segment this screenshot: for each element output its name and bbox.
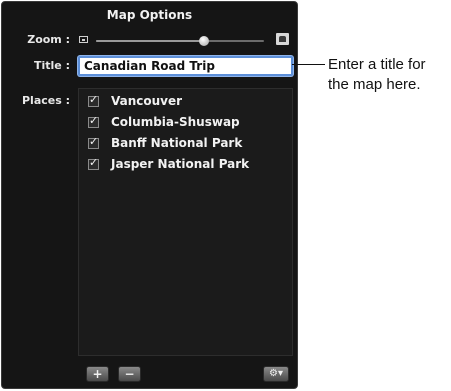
checkmark-icon: ✓ xyxy=(89,92,99,106)
list-item[interactable]: ✓ Jasper National Park xyxy=(88,156,249,172)
zoom-out-icon[interactable] xyxy=(79,36,88,43)
checkmark-icon: ✓ xyxy=(89,134,99,148)
zoom-label: Zoom : xyxy=(27,33,70,46)
title-input[interactable] xyxy=(78,56,293,76)
list-item[interactable]: ✓ Banff National Park xyxy=(88,135,242,151)
zoom-in-icon[interactable] xyxy=(276,33,289,45)
checkmark-icon: ✓ xyxy=(89,155,99,169)
add-place-button[interactable]: + xyxy=(86,366,109,382)
map-options-panel: Map Options Zoom : Title : Places : ✓ Va… xyxy=(1,1,298,389)
remove-place-button[interactable]: − xyxy=(118,366,141,382)
zoom-slider-fill xyxy=(96,40,204,42)
place-label: Jasper National Park xyxy=(111,157,250,171)
place-checkbox[interactable]: ✓ xyxy=(88,155,99,170)
callout-line xyxy=(292,64,325,65)
place-checkbox[interactable]: ✓ xyxy=(88,113,99,128)
list-item[interactable]: ✓ Columbia-Shuswap xyxy=(88,114,240,130)
settings-gear-icon[interactable]: ⚙▾ xyxy=(263,366,289,382)
checkmark-icon: ✓ xyxy=(89,113,99,127)
panel-title: Map Options xyxy=(106,8,193,22)
place-checkbox[interactable]: ✓ xyxy=(88,92,99,107)
callout-text: Enter a title for the map here. xyxy=(328,56,426,93)
zoom-slider-knob[interactable] xyxy=(198,36,209,46)
place-label: Banff National Park xyxy=(111,136,243,150)
place-label: Vancouver xyxy=(111,94,183,108)
title-label: Title : xyxy=(34,59,70,72)
place-checkbox[interactable]: ✓ xyxy=(88,134,99,149)
stage: Map Options Zoom : Title : Places : ✓ Va… xyxy=(0,0,451,391)
zoom-slider-track[interactable] xyxy=(96,40,264,42)
place-label: Columbia-Shuswap xyxy=(111,115,240,129)
list-item[interactable]: ✓ Vancouver xyxy=(88,93,182,109)
places-list: ✓ Vancouver ✓ Columbia-Shuswap ✓ Banff N… xyxy=(78,88,293,356)
places-label: Places : xyxy=(21,94,70,107)
